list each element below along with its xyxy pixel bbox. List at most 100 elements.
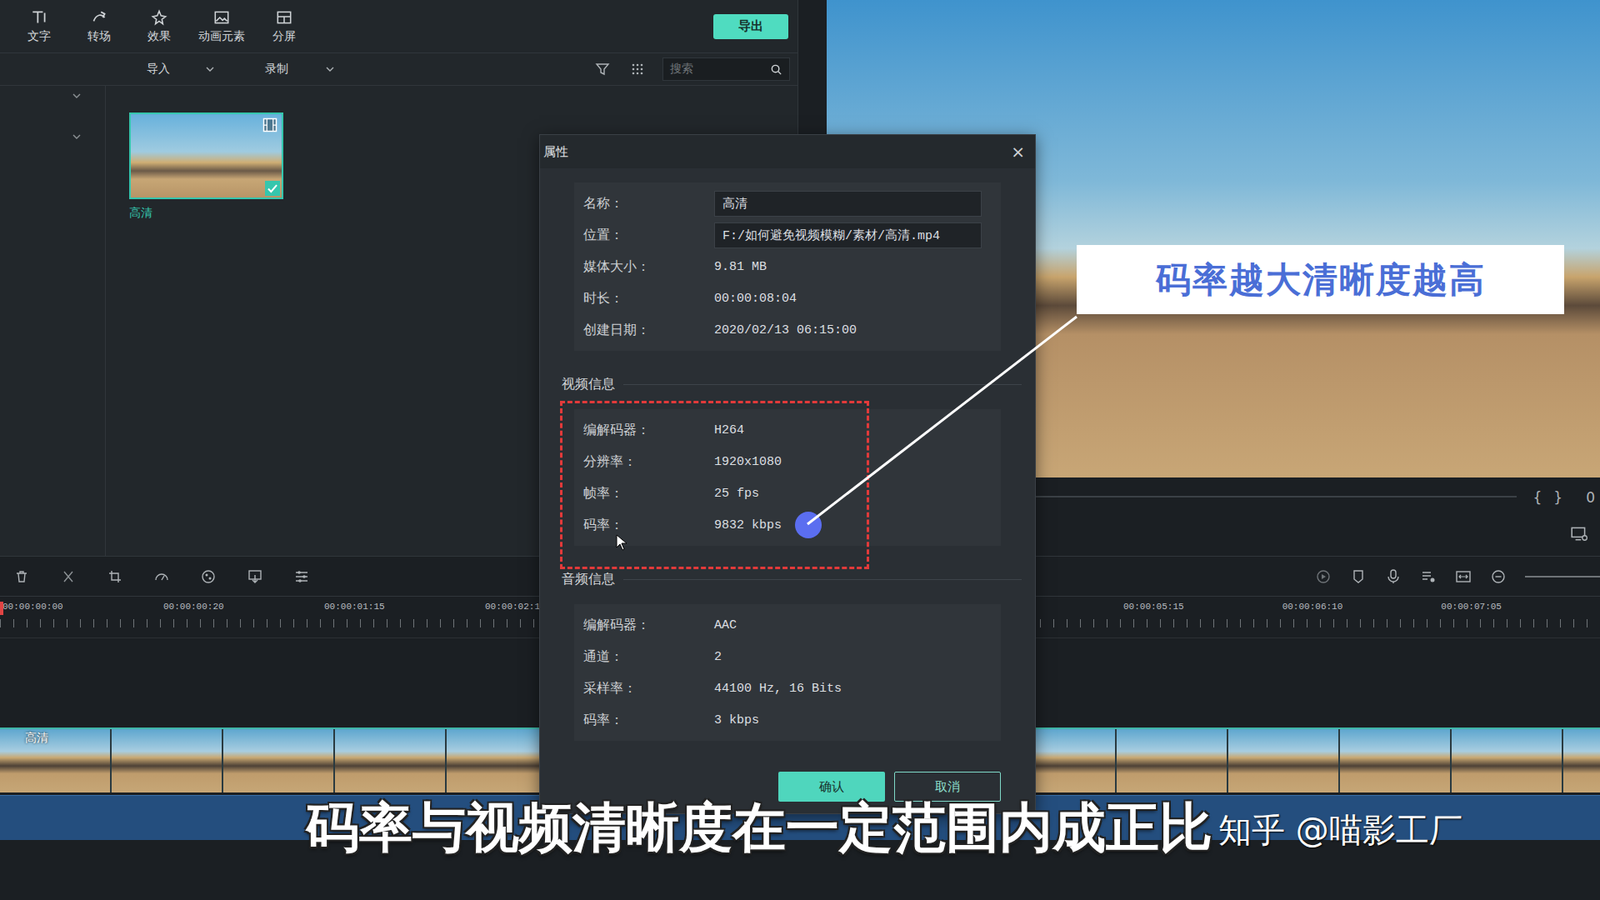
info-label: 创建日期：	[574, 321, 715, 340]
search-field[interactable]: 搜索	[662, 57, 790, 81]
snapshot-icon[interactable]	[246, 568, 264, 585]
info-section: 视频信息编解码器：H264分辨率：1920x1080帧率：25 fps码率：98…	[574, 350, 1001, 546]
section-card: 编解码器：H264分辨率：1920x1080帧率：25 fps码率：9832 k…	[574, 409, 1001, 546]
voiceover-icon[interactable]	[1420, 568, 1437, 585]
render-icon[interactable]	[1315, 568, 1332, 585]
info-row: 码率：3 kbps	[574, 704, 1001, 736]
chevron-down-icon[interactable]	[71, 131, 82, 142]
speed-icon[interactable]	[153, 568, 170, 585]
info-value: H264	[714, 423, 745, 438]
info-input[interactable]: F:/如何避免视频模糊/素材/高清.mp4	[714, 222, 982, 249]
info-value: 44100 Hz, 16 Bits	[714, 681, 842, 696]
magnifier-icon	[770, 63, 783, 76]
tool-label: 分屏	[272, 29, 296, 45]
record-label: 录制	[265, 61, 289, 77]
playhead[interactable]	[0, 601, 4, 615]
mark-bracket[interactable]: }	[1553, 489, 1563, 506]
ruler-group: 00:00:05:1500:00:06:1000:00:07:05	[1123, 601, 1600, 612]
info-row: 编解码器：AAC	[574, 609, 1001, 641]
close-button[interactable]: ×	[1010, 141, 1025, 162]
info-label: 分辨率：	[574, 453, 715, 471]
subtitle: 码率与视频清晰度在一定范围内成正比	[305, 798, 1213, 857]
info-label: 采样率：	[574, 680, 715, 698]
toolbar-tool[interactable]: 转场	[78, 8, 120, 45]
info-label: 位置：	[574, 226, 715, 245]
general-info: 名称：高清位置：F:/如何避免视频模糊/素材/高清.mp4媒体大小：9.81 M…	[574, 182, 1001, 351]
tool-label: 动画元素	[198, 29, 245, 45]
adjust-icon[interactable]	[293, 568, 310, 585]
toolbar-tool[interactable]: 文字	[18, 8, 60, 45]
toolbar-tool[interactable]: 效果	[138, 8, 180, 45]
info-row: 采样率：44100 Hz, 16 Bits	[574, 672, 1001, 705]
filter-icon[interactable]	[594, 60, 611, 78]
ruler-label: 00:00:05:15	[1123, 601, 1283, 612]
media-bar: 导入 录制 搜索	[0, 53, 798, 86]
mouse-cursor-icon	[615, 534, 628, 551]
info-row: 编解码器：H264	[574, 414, 1001, 446]
chevron-down-icon[interactable]	[71, 90, 82, 101]
search-placeholder: 搜索	[670, 61, 694, 77]
chevron-down-icon	[325, 64, 335, 75]
annotation-dot	[795, 511, 822, 539]
info-row: 时长：00:00:08:04	[574, 282, 1001, 315]
tool-label: 转场	[87, 29, 111, 45]
info-label: 媒体大小：	[574, 258, 715, 276]
ruler-label: 00:00:01:15	[324, 601, 485, 612]
export-button[interactable]: 导出	[713, 14, 789, 40]
timecode: 0	[1585, 489, 1595, 506]
zoom-out-icon[interactable]	[1490, 568, 1507, 585]
section-card: 编解码器：AAC通道：2采样率：44100 Hz, 16 Bits码率：3 kb…	[574, 604, 1001, 741]
display-settings-icon[interactable]	[1570, 524, 1589, 543]
section-title: 音频信息	[561, 560, 1022, 598]
marker-icon[interactable]	[1350, 568, 1367, 585]
info-value: 1920x1080	[714, 455, 782, 470]
toolbar-tool[interactable]: 动画元素	[198, 8, 245, 45]
info-value: 3 kbps	[714, 713, 760, 728]
info-row: 位置：F:/如何避免视频模糊/素材/高清.mp4	[574, 219, 1001, 251]
image-icon	[212, 8, 231, 27]
import-label: 导入	[146, 61, 170, 77]
library-sidebar	[0, 85, 106, 556]
info-value: 25 fps	[714, 486, 760, 501]
ruler-label: 00:00:02:1	[485, 601, 540, 612]
info-value: 00:00:08:04	[714, 291, 797, 306]
main-toolbar: 文字 转场 效果 动画元素 分屏 导出	[0, 0, 798, 54]
grid-icon[interactable]	[629, 60, 646, 78]
dialog-button[interactable]: 取消	[894, 771, 1001, 802]
info-row: 分辨率：1920x1080	[574, 445, 1001, 478]
effect-icon	[150, 8, 169, 27]
toolbar-tool[interactable]: 分屏	[263, 8, 305, 45]
record-dropdown[interactable]: 录制	[265, 61, 335, 77]
dialog-titlebar: 属性×	[540, 135, 1035, 169]
tool-label: 效果	[147, 29, 171, 45]
mark-bracket[interactable]: {	[1533, 489, 1543, 506]
info-label: 名称：	[574, 195, 715, 213]
film-icon	[261, 116, 279, 134]
microphone-icon[interactable]	[1385, 568, 1402, 585]
tool-label: 文字	[27, 29, 51, 45]
color-icon[interactable]	[200, 568, 217, 585]
info-value: 2	[714, 650, 722, 665]
scissors-icon[interactable]	[60, 568, 77, 585]
clip-name: 高清	[25, 730, 49, 746]
crop-icon[interactable]	[106, 568, 124, 585]
preview-marks: {} 0	[1533, 489, 1595, 506]
preview-progress[interactable]	[1035, 495, 1517, 498]
info-label: 时长：	[574, 290, 715, 308]
info-value: 9.81 MB	[714, 260, 767, 275]
info-row: 通道：2	[574, 640, 1001, 673]
zoom-slider[interactable]	[1525, 575, 1600, 578]
info-input[interactable]: 高清	[714, 190, 982, 217]
transition-icon	[90, 8, 109, 27]
info-value: 9832 kbps	[714, 518, 782, 533]
fit-icon[interactable]	[1455, 568, 1472, 585]
import-dropdown[interactable]: 导入	[146, 61, 215, 77]
media-item[interactable]: 高清	[129, 112, 284, 221]
dialog-button[interactable]: 确认	[778, 771, 885, 802]
video-editor: 文字转场效果动画元素分屏导出导入录制搜索高清{}000:00:00:0000:0…	[0, 0, 1600, 900]
ruler-label: 00:00:00:00	[2, 601, 164, 612]
split-screen-icon	[275, 8, 294, 27]
trash-icon[interactable]	[13, 568, 30, 585]
ruler-group: 00:00:00:0000:00:00:2000:00:01:1500:00:0…	[2, 601, 540, 612]
annotation-line	[0, 0, 1600, 900]
